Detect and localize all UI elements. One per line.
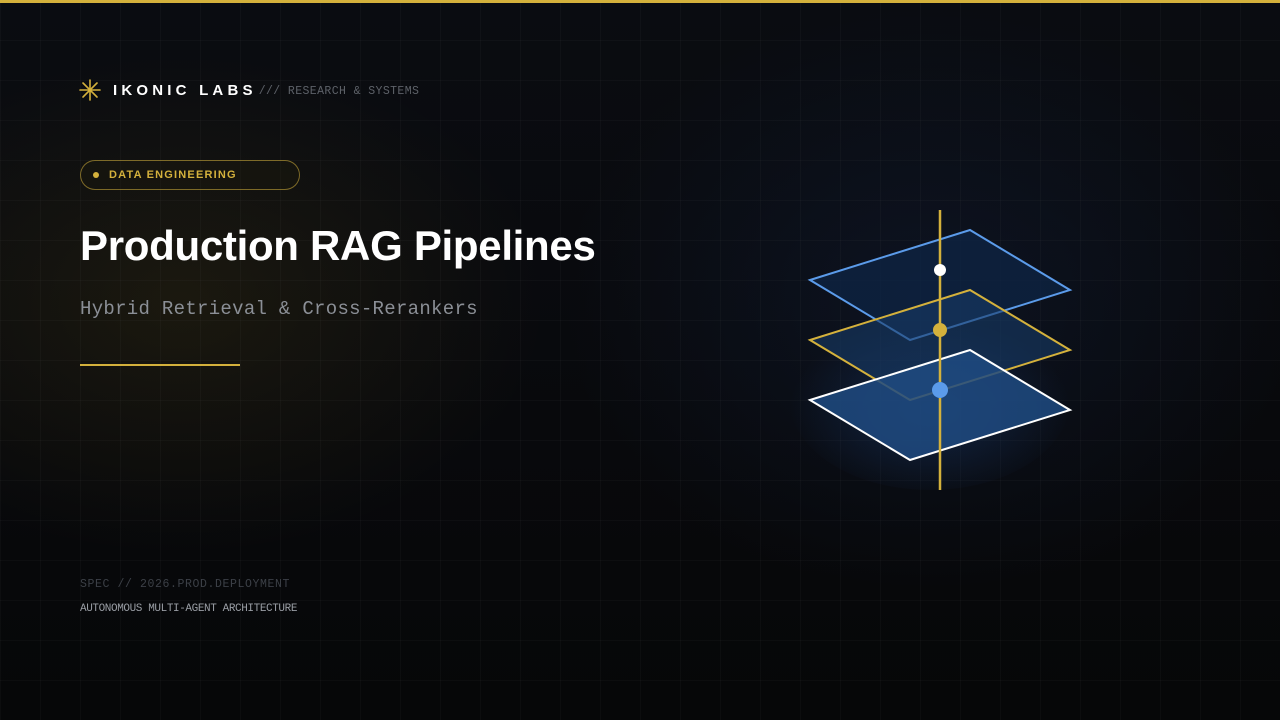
category-badge: DATA ENGINEERING — [80, 160, 300, 190]
slide-title: Production RAG Pipelines — [80, 222, 596, 269]
slide-subtitle: Hybrid Retrieval & Cross-Rerankers — [80, 298, 478, 320]
architecture-label: AUTONOMOUS MULTI-AGENT ARCHITECTURE — [80, 603, 298, 615]
title-slide: IKONIC LABS /// RESEARCH & SYSTEMS DATA … — [0, 0, 1280, 720]
top-node — [934, 264, 946, 276]
asterisk-star-icon — [79, 79, 101, 101]
spec-label: SPEC // 2026.PROD.DEPLOYMENT — [80, 578, 291, 591]
badge-label: DATA ENGINEERING — [109, 169, 237, 181]
badge-dot-icon — [93, 172, 99, 178]
stacked-layers-icon — [780, 200, 1100, 500]
brand-name: IKONIC LABS — [113, 81, 257, 99]
middle-node — [933, 323, 947, 337]
top-accent-bar — [0, 0, 1280, 3]
accent-divider — [80, 364, 240, 366]
brand-tagline: /// RESEARCH & SYSTEMS — [258, 85, 420, 98]
brand-header: IKONIC LABS /// RESEARCH & SYSTEMS — [79, 78, 419, 102]
bottom-node — [932, 382, 948, 398]
